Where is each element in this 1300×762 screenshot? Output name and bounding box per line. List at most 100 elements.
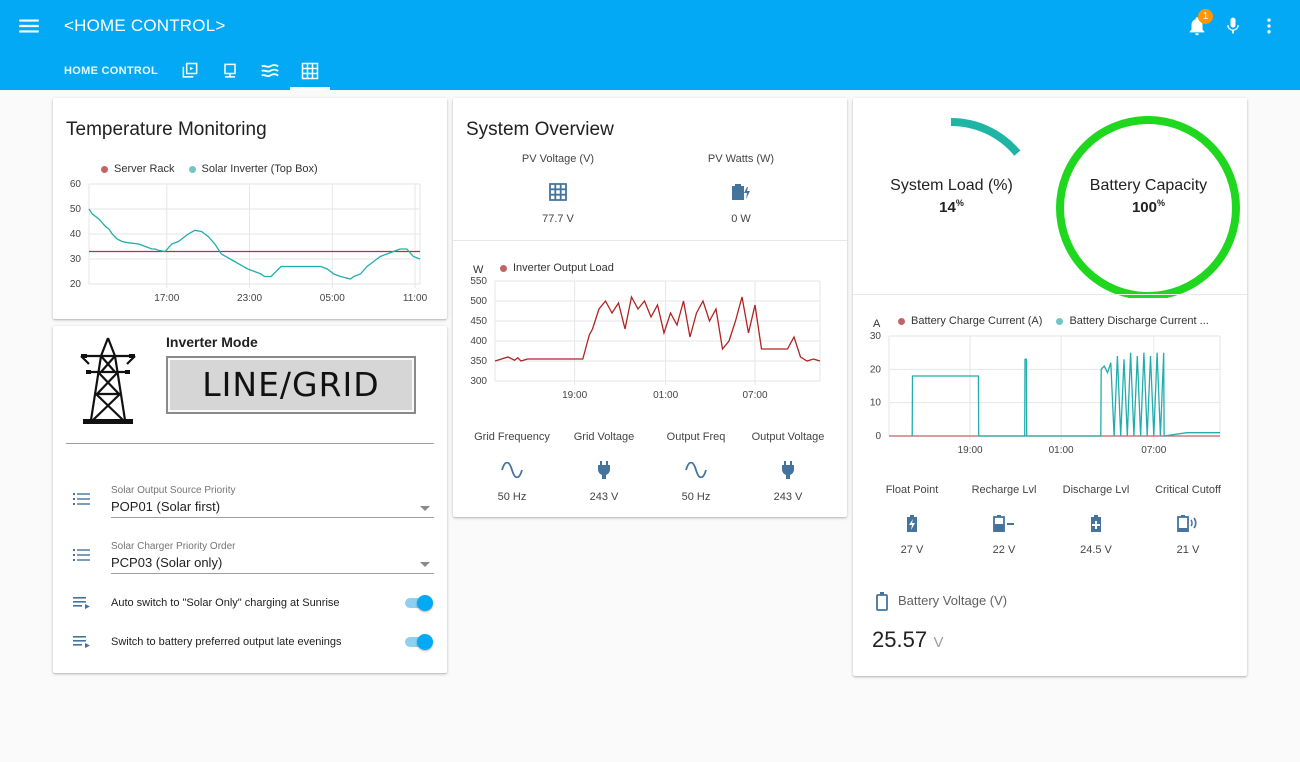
list-icon xyxy=(73,492,91,511)
copy-icon xyxy=(182,62,198,78)
app-title: <HOME CONTROL> xyxy=(64,16,226,35)
y-tick-label: 300 xyxy=(470,376,487,387)
stat-label: Discharge Lvl xyxy=(1062,484,1130,496)
x-tick-label: 07:00 xyxy=(742,390,767,401)
power-plug-icon xyxy=(742,455,834,485)
stat-label: Critical Cutoff xyxy=(1155,484,1221,496)
solar-panel-icon xyxy=(498,177,618,207)
x-tick-label: 19:00 xyxy=(958,445,983,456)
pv-voltage-stat[interactable]: PV Voltage (V) 77.7 V xyxy=(498,153,618,225)
y-tick-label: 50 xyxy=(70,204,82,215)
stat-label: PV Voltage (V) xyxy=(521,153,595,165)
tab-monitor[interactable] xyxy=(210,52,250,90)
stat-label: Output Voltage xyxy=(751,431,825,443)
float-point-stat[interactable]: Float Point 27 V xyxy=(866,484,958,556)
stat-value: 50 Hz xyxy=(497,491,527,503)
evening-toggle[interactable] xyxy=(403,634,433,650)
series-line xyxy=(911,352,1220,437)
grid-icon xyxy=(301,62,319,80)
sine-wave-icon xyxy=(650,455,742,485)
stat-value: 24.5 V xyxy=(1080,544,1112,556)
stat-label: Recharge Lvl xyxy=(971,484,1037,496)
y-tick-label: 400 xyxy=(470,336,487,347)
stat-value: 50 Hz xyxy=(681,491,711,503)
system-overview-title: System Overview xyxy=(466,119,614,140)
battery-capacity-value: 100% xyxy=(1131,198,1166,216)
battery-voltage-label: Battery Voltage (V) xyxy=(898,593,1008,608)
discharge-level-stat[interactable]: Discharge Lvl 24.5 V xyxy=(1050,484,1142,556)
tab-waves[interactable] xyxy=(250,52,290,90)
y-tick-label: 450 xyxy=(470,316,487,327)
notifications-button[interactable]: 1 xyxy=(1184,9,1213,39)
playlist-play-icon xyxy=(73,596,91,614)
legend-inverter-load[interactable]: Inverter Output Load xyxy=(500,262,614,274)
sunrise-toggle[interactable] xyxy=(403,595,433,611)
list-icon xyxy=(73,548,91,567)
playlist-play-icon xyxy=(73,635,91,653)
voltage-number: 25.57 xyxy=(872,627,928,652)
stat-value: 243 V xyxy=(589,491,619,503)
x-tick-label: 11:00 xyxy=(403,293,428,304)
system-load-arc xyxy=(950,118,1021,156)
battery-plus-icon xyxy=(1050,508,1142,538)
legend-discharge-current[interactable]: Battery Discharge Current ... xyxy=(1056,315,1209,327)
x-tick-label: 01:00 xyxy=(1049,445,1074,456)
y-tick-label: 550 xyxy=(470,276,487,287)
battery-current-chart: 0 10 20 30 19:00 01:00 07:00 xyxy=(870,331,1221,456)
charger-priority-select[interactable]: PCP03 (Solar only) xyxy=(111,555,222,570)
series-line xyxy=(88,208,421,280)
x-tick-label: 17:00 xyxy=(154,293,179,304)
more-button[interactable] xyxy=(1256,13,1282,39)
header-actions: 1 xyxy=(1184,9,1282,40)
app-header: <HOME CONTROL> 1 HOME CONTROL xyxy=(0,0,1300,90)
battery-voltage-value: 25.57 V xyxy=(872,627,944,653)
field-label: Solar Charger Priority Order xyxy=(111,541,236,552)
critical-cutoff-stat[interactable]: Critical Cutoff 21 V xyxy=(1142,484,1234,556)
stat-label: Grid Frequency xyxy=(474,431,550,443)
stat-value: 77.7 V xyxy=(542,213,574,225)
stat-label: Grid Voltage xyxy=(573,431,635,443)
inverter-mode-value: LINE/GRID xyxy=(166,356,416,414)
battery-capacity-label: Battery Capacity xyxy=(1089,177,1208,194)
output-voltage-stat[interactable]: Output Voltage 243 V xyxy=(742,431,834,503)
series-line xyxy=(494,295,821,362)
power-plug-icon xyxy=(558,455,650,485)
voltage-unit: V xyxy=(933,634,944,651)
tab-copy[interactable] xyxy=(170,52,210,90)
microphone-icon xyxy=(1227,17,1239,34)
menu-icon[interactable] xyxy=(16,13,42,39)
battery-charging-icon xyxy=(866,508,958,538)
stat-label: PV Watts (W) xyxy=(707,153,775,165)
tab-grid[interactable] xyxy=(290,52,331,90)
evening-toggle-label: Switch to battery preferred output late … xyxy=(111,636,342,648)
chevron-down-icon[interactable] xyxy=(420,506,430,511)
tab-home-control[interactable]: HOME CONTROL xyxy=(52,52,170,90)
output-source-select[interactable]: POP01 (Solar first) xyxy=(111,499,220,514)
y-tick-label: 10 xyxy=(870,398,882,409)
waves-icon xyxy=(261,64,279,78)
sine-wave-icon xyxy=(466,455,558,485)
recharge-level-stat[interactable]: Recharge Lvl 22 V xyxy=(958,484,1050,556)
stat-value: 21 V xyxy=(1176,544,1200,556)
field-label: Solar Output Source Priority xyxy=(111,485,236,496)
y-tick-label: 20 xyxy=(870,364,882,375)
battery-alert-icon xyxy=(1142,508,1234,538)
grid-voltage-stat[interactable]: Grid Voltage 243 V xyxy=(558,431,650,503)
section-divider xyxy=(853,294,1247,295)
load-legend: Inverter Output Load xyxy=(500,262,614,274)
legend-charge-current[interactable]: Battery Charge Current (A) xyxy=(898,315,1042,327)
y-tick-label: 30 xyxy=(70,254,82,265)
transmission-tower-icon xyxy=(79,334,137,431)
pv-watts-stat[interactable]: PV Watts (W) 0 W xyxy=(681,153,801,225)
section-divider xyxy=(453,240,847,241)
y-tick-label: 30 xyxy=(870,331,882,342)
system-overview-card: System Overview PV Voltage (V) 77.7 V PV… xyxy=(453,98,847,517)
chevron-down-icon[interactable] xyxy=(420,562,430,567)
output-frequency-stat[interactable]: Output Freq 50 Hz xyxy=(650,431,742,503)
stat-value: 27 V xyxy=(900,544,924,556)
voice-button[interactable] xyxy=(1220,13,1246,39)
grid-frequency-stat[interactable]: Grid Frequency 50 Hz xyxy=(466,431,558,503)
battery-card: System Load (%) 14% Battery Capacity 100… xyxy=(853,98,1247,676)
x-tick-label: 07:00 xyxy=(1141,445,1166,456)
temperature-chart: 20 30 40 50 60 17:00 23:00 05:00 11:00 xyxy=(70,179,428,304)
